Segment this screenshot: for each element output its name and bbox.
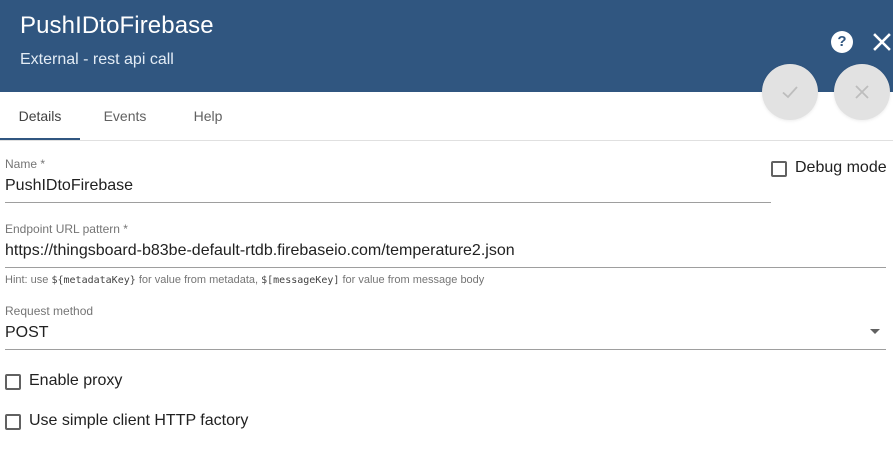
endpoint-label: Endpoint URL pattern * [5,222,128,236]
close-icon [873,33,891,51]
name-underline [5,202,771,203]
debug-mode-label: Debug mode [795,159,887,176]
tab-details[interactable]: Details [0,92,80,140]
endpoint-hint: Hint: use ${metadataKey} for value from … [5,274,484,286]
chevron-down-icon[interactable] [870,329,880,334]
endpoint-input[interactable]: https://thingsboard-b83be-default-rtdb.f… [5,242,515,260]
endpoint-underline [5,267,886,268]
name-input[interactable]: PushIDtoFirebase [5,177,133,195]
hint-metadata-key: ${metadataKey} [51,275,136,286]
hint-suffix: for value from message body [339,274,485,286]
tab-help[interactable]: Help [172,92,244,140]
page-subtitle: External - rest api call [20,51,174,68]
enable-proxy-label: Enable proxy [29,372,123,389]
close-button[interactable] [870,30,893,54]
tab-events[interactable]: Events [84,92,166,140]
hint-prefix: Hint: use [5,274,52,286]
hint-message-key: $[messageKey] [261,275,340,286]
dialog-header: PushIDtoFirebase External - rest api cal… [0,0,893,92]
debug-mode-checkbox[interactable] [771,161,787,177]
active-tab-indicator [0,138,80,140]
request-method-underline [5,349,886,350]
simple-client-checkbox[interactable] [5,414,21,430]
page-title: PushIDtoFirebase [20,12,214,39]
hint-middle: for value from metadata, [135,274,262,286]
tab-bar: Details Events Help [0,92,893,141]
request-method-label: Request method [5,304,94,318]
request-method-select[interactable]: POST [5,324,49,342]
name-label: Name * [5,157,46,171]
enable-proxy-checkbox[interactable] [5,374,21,390]
help-icon[interactable]: ? [831,31,853,53]
simple-client-label: Use simple client HTTP factory [29,412,249,429]
